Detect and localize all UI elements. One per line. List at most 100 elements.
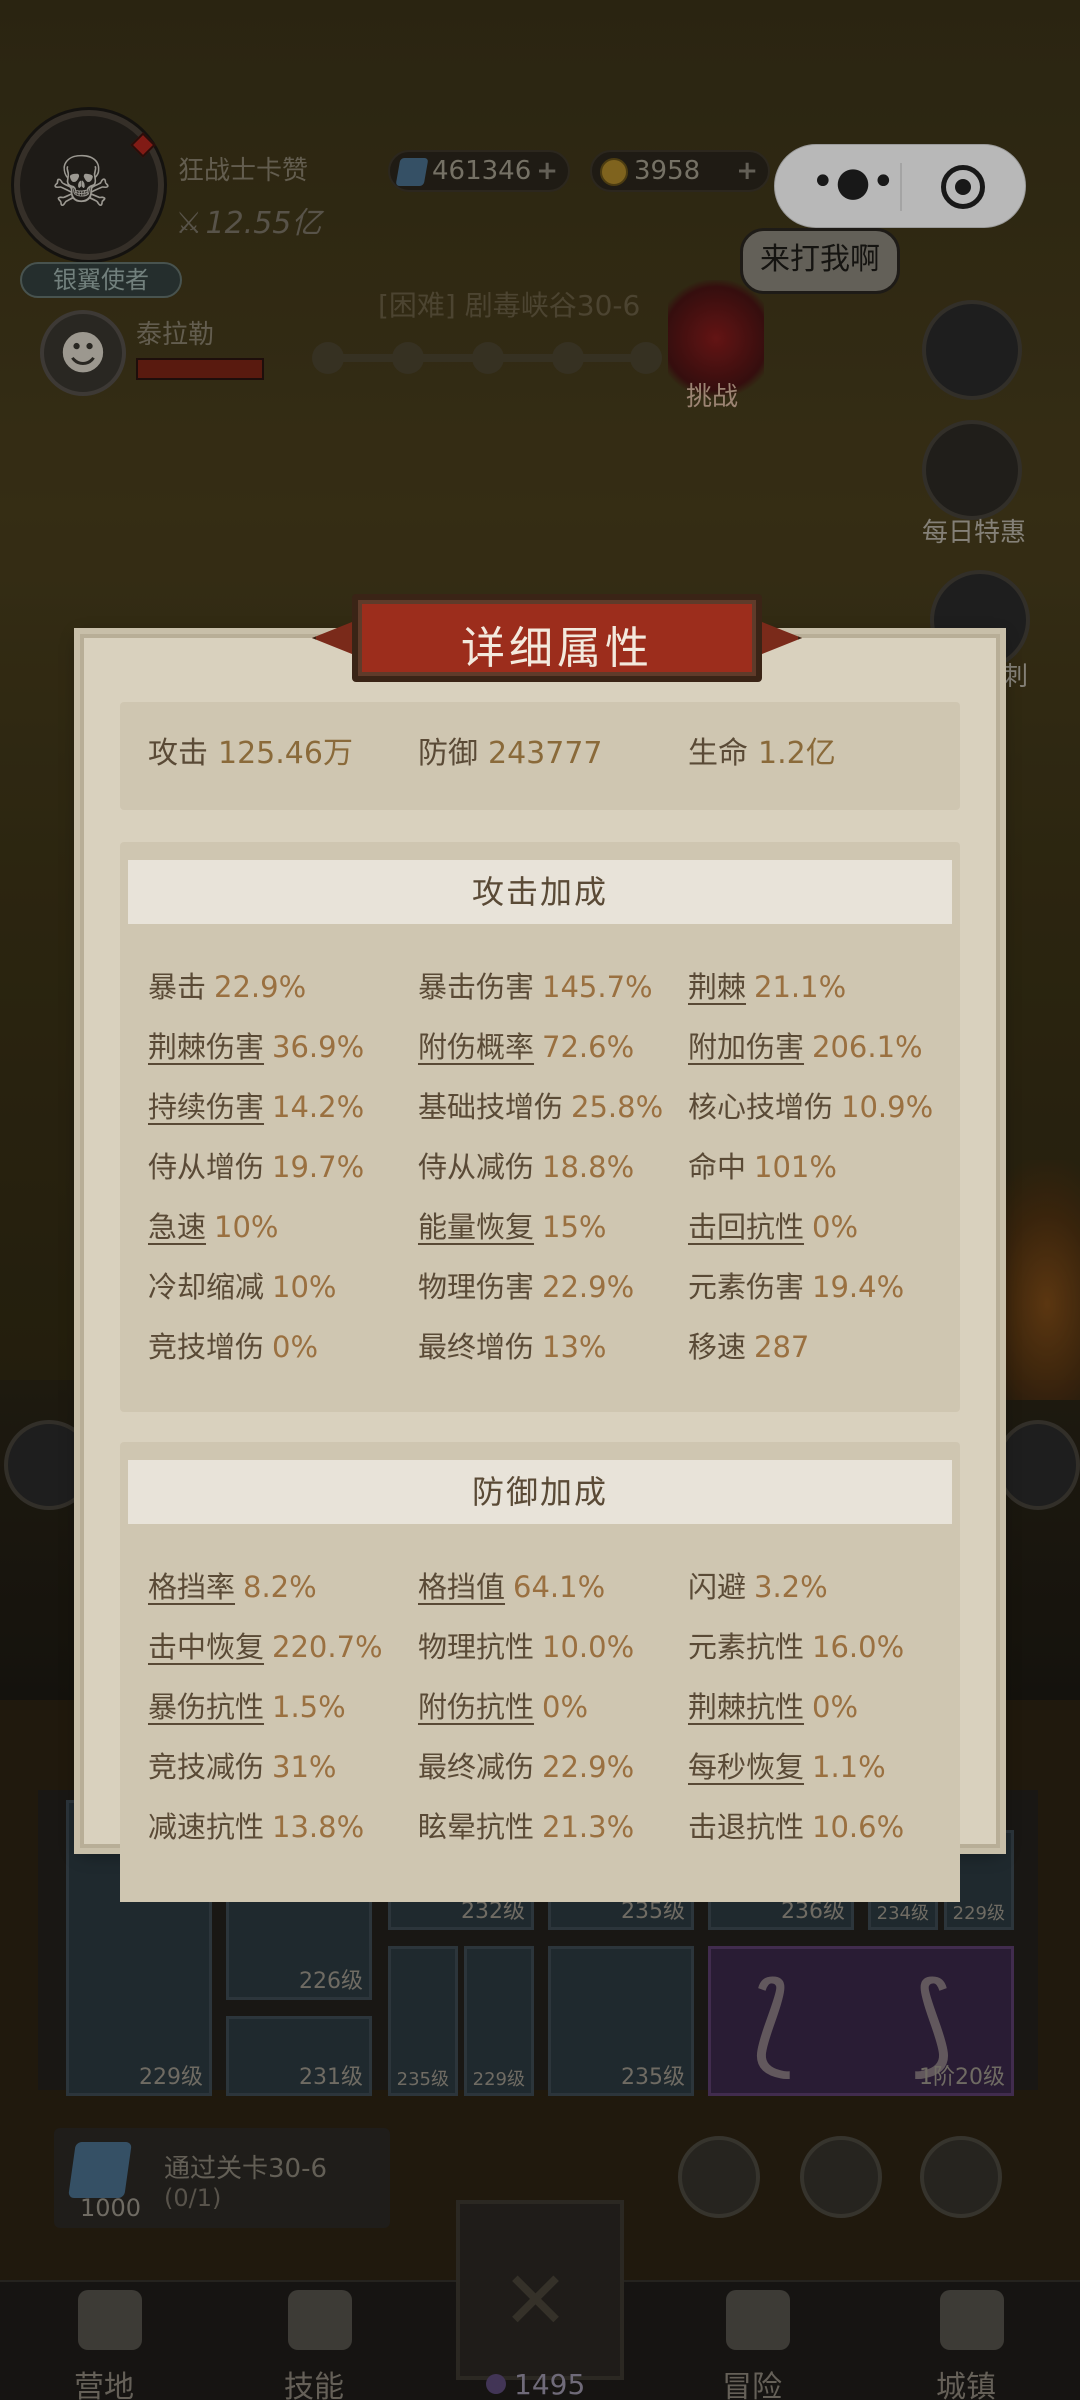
attribute-label[interactable]: 能量恢复 (418, 1210, 534, 1244)
attribute-value: 10% (272, 1270, 337, 1304)
attribute-value: 64.1% (513, 1570, 606, 1604)
attribute-label[interactable]: 荆棘伤害 (148, 1030, 264, 1064)
modal-scroll-area[interactable]: 攻击 125.46万 防御 243777 生命 1.2亿 攻击加成 暴击 22.9% 暴击… (120, 702, 960, 1902)
modal-title-banner: 详细属性 (312, 594, 802, 682)
attribute-value: 22.9% (542, 1270, 635, 1304)
attribute-label: 侍从减伤 (418, 1150, 535, 1184)
attribute-item[interactable]: 持续伤害 14.2% (148, 1084, 364, 1126)
attribute-value: 19.4% (812, 1270, 905, 1304)
attribute-value: 19.7% (272, 1150, 365, 1184)
attribute-label[interactable]: 格挡值 (418, 1570, 505, 1604)
attribute-label: 闪避 (688, 1570, 747, 1604)
attribute-label: 冷却缩减 (148, 1270, 265, 1304)
attribute-label[interactable]: 附伤抗性 (418, 1690, 534, 1724)
attribute-label: 最终减伤 (418, 1750, 535, 1784)
attribute-value: 8.2% (243, 1570, 317, 1604)
attribute-value: 145.7% (542, 970, 653, 1004)
attribute-item: 暴击伤害 145.7% (418, 964, 653, 1006)
attribute-value: 22.9% (214, 970, 307, 1004)
attribute-value: 287 (754, 1330, 810, 1364)
attribute-value: 18.8% (542, 1150, 635, 1184)
attribute-value: 15% (542, 1210, 607, 1244)
attribute-item: 元素抗性 16.0% (688, 1624, 904, 1666)
attribute-item[interactable]: 荆棘抗性 0% (688, 1684, 858, 1726)
attribute-label[interactable]: 格挡率 (148, 1570, 235, 1604)
attribute-item: 竞技增伤 0% (148, 1324, 318, 1366)
attribute-item[interactable]: 附加伤害 206.1% (688, 1024, 923, 1066)
attribute-value: 22.9% (542, 1750, 635, 1784)
stat-health: 生命 1.2亿 (688, 736, 836, 771)
attribute-value: 101% (754, 1150, 837, 1184)
attribute-item: 命中 101% (688, 1144, 837, 1186)
attribute-value: 0% (272, 1330, 319, 1364)
attribute-label[interactable]: 附加伤害 (688, 1030, 804, 1064)
attribute-label: 竞技减伤 (148, 1750, 265, 1784)
attribute-item: 暴击 22.9% (148, 964, 306, 1006)
attribute-value: 10.6% (812, 1810, 905, 1844)
attribute-item: 基础技增伤 25.8% (418, 1084, 663, 1126)
attribute-label[interactable]: 荆棘 (688, 970, 746, 1004)
attribute-label: 核心技增伤 (688, 1090, 834, 1124)
attribute-item[interactable]: 格挡值 64.1% (418, 1564, 605, 1606)
attribute-item: 最终减伤 22.9% (418, 1744, 634, 1786)
attribute-item[interactable]: 附伤抗性 0% (418, 1684, 588, 1726)
attribute-item: 侍从增伤 19.7% (148, 1144, 364, 1186)
attribute-label: 元素抗性 (688, 1630, 805, 1664)
attribute-value: 0% (812, 1690, 859, 1724)
attribute-label[interactable]: 击回抗性 (688, 1210, 804, 1244)
attribute-label[interactable]: 荆棘抗性 (688, 1690, 804, 1724)
attribute-value: 21.1% (754, 970, 847, 1004)
attribute-value: 25.8% (571, 1090, 664, 1124)
attribute-label[interactable]: 暴伤抗性 (148, 1690, 264, 1724)
detail-attributes-modal: 攻击 125.46万 防御 243777 生命 1.2亿 攻击加成 暴击 22.9% 暴击… (80, 634, 1000, 1902)
attribute-label: 移速 (688, 1330, 747, 1364)
attribute-item[interactable]: 击回抗性 0% (688, 1204, 858, 1246)
attribute-item: 竞技减伤 31% (148, 1744, 336, 1786)
attack-bonus-title: 攻击加成 (128, 860, 952, 924)
attribute-item[interactable]: 急速 10% (148, 1204, 278, 1246)
attribute-item[interactable]: 暴伤抗性 1.5% (148, 1684, 346, 1726)
attribute-value: 0% (542, 1690, 589, 1724)
attribute-label: 基础技增伤 (418, 1090, 564, 1124)
attribute-value: 14.2% (272, 1090, 365, 1124)
attribute-label[interactable]: 击中恢复 (148, 1630, 264, 1664)
attribute-item: 元素伤害 19.4% (688, 1264, 904, 1306)
attribute-item[interactable]: 格挡率 8.2% (148, 1564, 317, 1606)
attribute-label: 眩晕抗性 (418, 1810, 535, 1844)
attribute-item: 眩晕抗性 21.3% (418, 1804, 634, 1846)
stat-defense: 防御 243777 (418, 736, 603, 771)
attribute-item[interactable]: 能量恢复 15% (418, 1204, 606, 1246)
attribute-value: 13.8% (272, 1810, 365, 1844)
modal-title: 详细属性 (461, 623, 653, 674)
attribute-value: 1.1% (812, 1750, 886, 1784)
attribute-label[interactable]: 附伤概率 (418, 1030, 534, 1064)
attribute-label: 暴击伤害 (418, 970, 535, 1004)
attribute-item: 侍从减伤 18.8% (418, 1144, 634, 1186)
attribute-label: 击退抗性 (688, 1810, 805, 1844)
attribute-value: 31% (272, 1750, 337, 1784)
attribute-label: 元素伤害 (688, 1270, 805, 1304)
defense-bonus-section: 防御加成 格挡率 8.2% 格挡值 64.1% 闪避 3.2% 击中恢复 220.7% 物理抗性… (120, 1442, 960, 1902)
attribute-label: 命中 (688, 1150, 747, 1184)
attribute-item[interactable]: 荆棘伤害 36.9% (148, 1024, 364, 1066)
attribute-label[interactable]: 每秒恢复 (688, 1750, 804, 1784)
attack-bonus-section: 攻击加成 暴击 22.9% 暴击伤害 145.7% 荆棘 21.1% 荆棘伤害 36.9% 附伤… (120, 842, 960, 1412)
attribute-value: 36.9% (272, 1030, 365, 1064)
attribute-value: 10.0% (542, 1630, 635, 1664)
attribute-value: 1.5% (272, 1690, 346, 1724)
attribute-label: 物理抗性 (418, 1630, 535, 1664)
attribute-value: 3.2% (754, 1570, 828, 1604)
attribute-item[interactable]: 荆棘 21.1% (688, 964, 846, 1006)
attribute-item: 最终增伤 13% (418, 1324, 606, 1366)
attribute-label[interactable]: 急速 (148, 1210, 206, 1244)
attribute-item[interactable]: 击中恢复 220.7% (148, 1624, 383, 1666)
defense-bonus-title: 防御加成 (128, 1460, 952, 1524)
attribute-label: 最终增伤 (418, 1330, 535, 1364)
attribute-item[interactable]: 每秒恢复 1.1% (688, 1744, 886, 1786)
attribute-item[interactable]: 附伤概率 72.6% (418, 1024, 634, 1066)
attribute-label[interactable]: 持续伤害 (148, 1090, 264, 1124)
attribute-label: 减速抗性 (148, 1810, 265, 1844)
stat-attack: 攻击 125.46万 (148, 736, 353, 771)
attribute-value: 13% (542, 1330, 607, 1364)
attribute-label: 物理伤害 (418, 1270, 535, 1304)
